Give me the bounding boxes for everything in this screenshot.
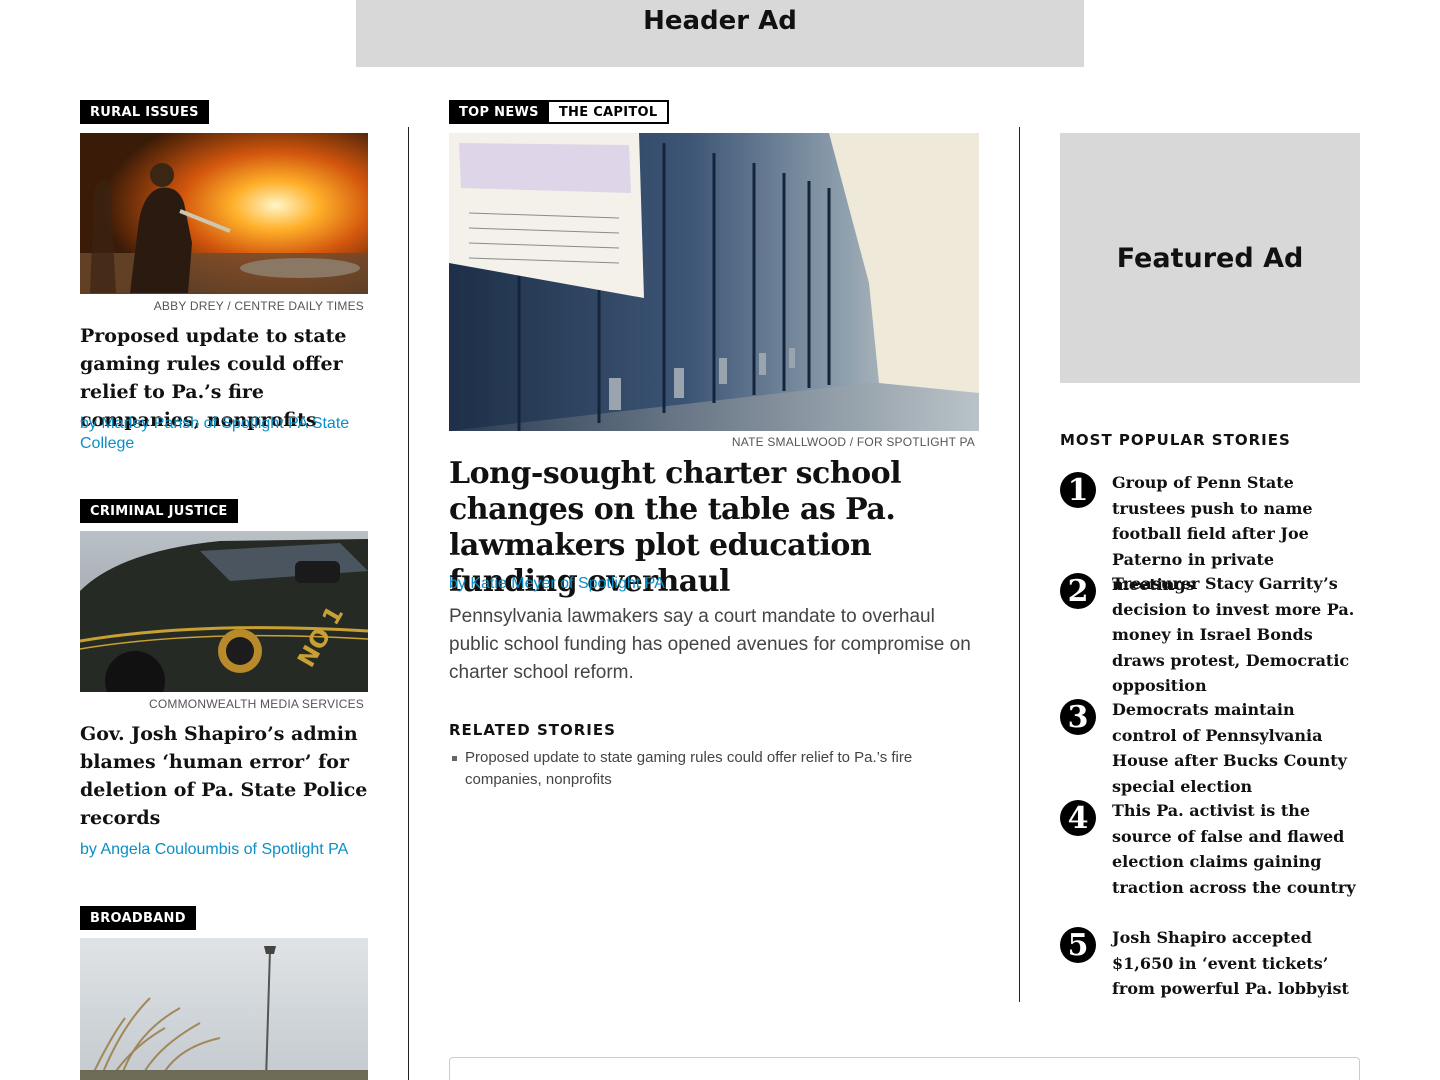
bottom-panel: [449, 1057, 1360, 1080]
rank-number: 2: [1060, 573, 1096, 609]
header-ad[interactable]: Header Ad: [356, 0, 1084, 67]
popular-story-item[interactable]: 2 Treasurer Stacy Garrity’s decision to …: [1060, 571, 1360, 699]
main-story-byline[interactable]: by Katie Meyer of Spotlight PA: [449, 574, 979, 594]
photo-credit: COMMONWEALTH MEDIA SERVICES: [149, 697, 364, 711]
main-story-dek: Pennsylvania lawmakers say a court manda…: [449, 606, 971, 683]
section-tag-broadband[interactable]: BROADBAND: [80, 906, 196, 930]
column-divider-right: [1019, 127, 1020, 1002]
story-byline[interactable]: by Angela Couloumbis of Spotlight PA: [80, 840, 368, 860]
rank-number: 4: [1060, 800, 1096, 836]
firefighter-photo[interactable]: [80, 133, 368, 294]
related-stories-label: RELATED STORIES: [449, 721, 616, 739]
popular-story-item[interactable]: 5 Josh Shapiro accepted $1,650 in ‘event…: [1060, 925, 1360, 1002]
main-story-tags: TOP NEWS THE CAPITOL: [449, 100, 670, 124]
popular-story-title[interactable]: Treasurer Stacy Garrity’s decision to in…: [1112, 571, 1360, 699]
related-stories-list: Proposed update to state gaming rules co…: [449, 747, 979, 791]
tower-field-photo[interactable]: [80, 938, 368, 1080]
popular-story-title[interactable]: Democrats maintain control of Pennsylvan…: [1112, 697, 1360, 799]
police-car-photo[interactable]: NO 1: [80, 531, 368, 692]
tag-top-news[interactable]: TOP NEWS: [449, 100, 549, 124]
popular-story-title[interactable]: This Pa. activist is the source of false…: [1112, 798, 1360, 900]
photo-credit: ABBY DREY / CENTRE DAILY TIMES: [153, 299, 364, 313]
section-tag-rural-issues[interactable]: RURAL ISSUES: [80, 100, 209, 124]
popular-story-item[interactable]: 3 Democrats maintain control of Pennsylv…: [1060, 697, 1360, 799]
story-byline[interactable]: by Marley Parish of Spotlight PA State C…: [80, 414, 368, 454]
column-divider-left: [408, 127, 409, 1080]
rank-number: 3: [1060, 699, 1096, 735]
tag-the-capitol[interactable]: THE CAPITOL: [548, 100, 670, 124]
lockers-photo[interactable]: [449, 133, 979, 431]
photo-credit: NATE SMALLWOOD / FOR SPOTLIGHT PA: [731, 435, 975, 449]
featured-ad-label: Featured Ad: [1116, 242, 1304, 274]
section-tag-criminal-justice[interactable]: CRIMINAL JUSTICE: [80, 499, 238, 523]
popular-story-item[interactable]: 4 This Pa. activist is the source of fal…: [1060, 798, 1360, 900]
header-ad-label: Header Ad: [643, 6, 797, 36]
featured-ad[interactable]: Featured Ad: [1060, 133, 1360, 383]
story-headline[interactable]: Gov. Josh Shapiro’s admin blames ‘human …: [80, 720, 368, 832]
related-story-link[interactable]: Proposed update to state gaming rules co…: [449, 747, 979, 791]
rank-number: 1: [1060, 472, 1096, 508]
popular-story-title[interactable]: Josh Shapiro accepted $1,650 in ‘event t…: [1112, 925, 1360, 1002]
most-popular-label: MOST POPULAR STORIES: [1060, 431, 1291, 449]
rank-number: 5: [1060, 927, 1096, 963]
